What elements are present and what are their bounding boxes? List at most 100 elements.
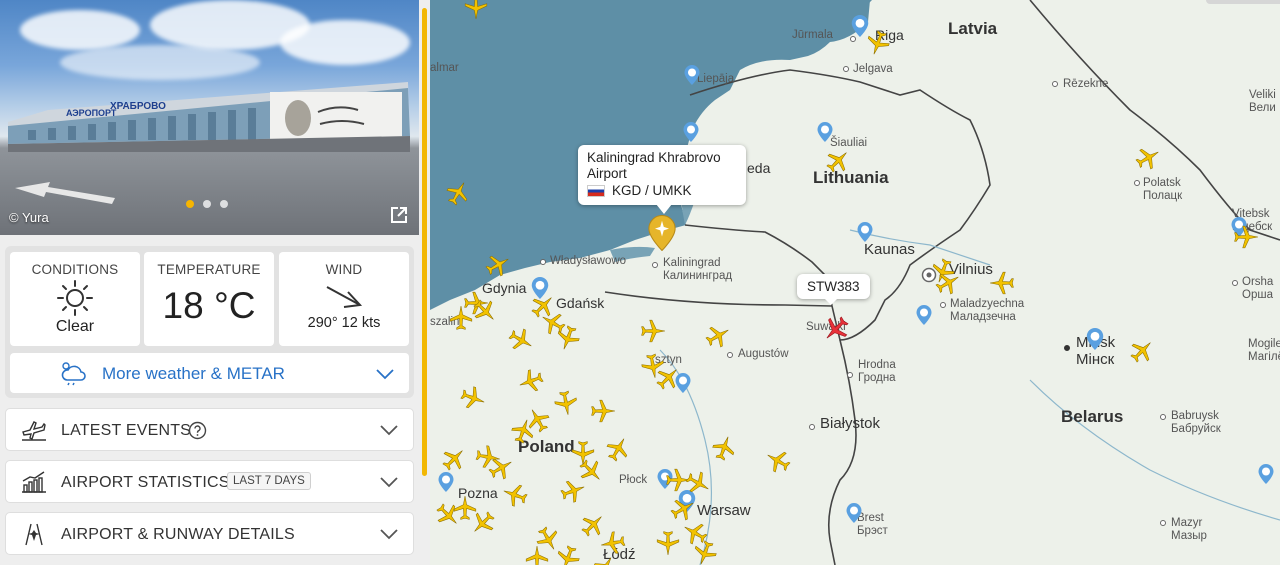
- aircraft-icon[interactable]: [435, 502, 461, 528]
- label-molodechno: Maladzyechna Маладзечна: [950, 298, 1025, 323]
- aircraft-icon[interactable]: [508, 327, 534, 353]
- aircraft-icon[interactable]: [524, 545, 550, 565]
- aircraft-icon[interactable]: [705, 323, 731, 349]
- aircraft-icon[interactable]: [1135, 145, 1161, 171]
- flight-map[interactable]: Latvia Lithuania Poland Belarus Riga Jūr…: [430, 0, 1280, 565]
- aircraft-icon[interactable]: [445, 180, 471, 206]
- label-orsha: Orsha Орша: [1242, 276, 1274, 301]
- aircraft-icon[interactable]: [592, 555, 618, 565]
- aircraft-icon[interactable]: [485, 252, 511, 278]
- temperature-value: 18 °C: [162, 285, 256, 326]
- carousel-dot-1[interactable]: [186, 200, 194, 208]
- more-weather-button[interactable]: More weather & METAR: [10, 353, 409, 393]
- aircraft-icon[interactable]: [553, 390, 579, 416]
- label-liepaja: Liepāja: [697, 73, 735, 85]
- bar-chart-icon: [22, 471, 46, 493]
- chevron-down-icon: [380, 425, 398, 436]
- city-dot-wladyslawowo: [540, 259, 546, 265]
- selected-aircraft-icon[interactable]: [822, 315, 850, 343]
- latest-events-accordion[interactable]: LATEST EVENTS: [5, 408, 414, 451]
- aircraft-icon[interactable]: [560, 478, 586, 504]
- airport-pin-icon[interactable]: [684, 65, 700, 85]
- open-external-icon[interactable]: [389, 205, 409, 225]
- city-dot-bialystok: [809, 424, 815, 430]
- airport-pin-icon[interactable]: [846, 503, 862, 523]
- aircraft-icon[interactable]: [555, 545, 581, 565]
- aircraft-icon[interactable]: [692, 540, 718, 565]
- aircraft-icon[interactable]: [460, 385, 486, 411]
- aircraft-icon[interactable]: [989, 270, 1015, 296]
- aircraft-icon[interactable]: [935, 270, 961, 296]
- aircraft-icon[interactable]: [685, 470, 711, 496]
- airport-pin-icon[interactable]: [1086, 328, 1104, 350]
- popup-airport-codes: KGD / UMKK: [587, 183, 737, 198]
- help-circle-icon[interactable]: [188, 421, 207, 440]
- airport-photo[interactable]: АЭРОПОРТ ХРАБРОВО © Yura: [0, 0, 419, 235]
- label-jurmala: Jūrmala: [792, 29, 833, 41]
- aircraft-icon[interactable]: [865, 30, 891, 56]
- aircraft-icon[interactable]: [765, 448, 791, 474]
- panel-scrollbar[interactable]: [422, 8, 427, 476]
- aircraft-icon[interactable]: [670, 496, 696, 522]
- city-dot-molodechno: [940, 302, 946, 308]
- label-mogilev: MogilevМагілёв: [1248, 338, 1280, 363]
- aircraft-icon[interactable]: [605, 436, 631, 462]
- label-babruysk: Babruysk Бабруйск: [1171, 410, 1221, 435]
- city-dot-polatsk: [1134, 180, 1140, 186]
- label-wladyslawowo: Władysławowo: [550, 255, 627, 267]
- aircraft-icon[interactable]: [488, 455, 514, 481]
- selected-airport-pin-icon[interactable]: [648, 215, 676, 251]
- wind-arrow-icon: [326, 286, 363, 308]
- aircraft-icon[interactable]: [1233, 224, 1259, 250]
- map-top-control[interactable]: [1206, 0, 1280, 4]
- aircraft-icon[interactable]: [600, 530, 626, 556]
- airport-statistics-label: AIRPORT STATISTICS: [61, 474, 230, 491]
- airport-pin-icon[interactable]: [438, 472, 454, 492]
- latest-events-label: LATEST EVENTS: [61, 422, 192, 439]
- label-hrodna: Hrodna Гродна: [858, 359, 896, 384]
- airport-info-popup[interactable]: Kaliningrad Khrabrovo Airport KGD / UMKK: [578, 145, 746, 205]
- temperature-label: TEMPERATURE: [157, 262, 261, 277]
- label-gdansk: Gdańsk: [556, 295, 605, 311]
- runway-details-label: AIRPORT & RUNWAY DETAILS: [61, 526, 295, 543]
- aircraft-icon[interactable]: [472, 298, 498, 324]
- airport-pin-icon[interactable]: [857, 222, 873, 242]
- aircraft-icon[interactable]: [510, 418, 536, 444]
- aircraft-icon[interactable]: [448, 305, 474, 331]
- aircraft-icon[interactable]: [590, 398, 616, 424]
- svg-text:ХРАБРОВО: ХРАБРОВО: [110, 101, 166, 112]
- aircraft-icon[interactable]: [640, 318, 666, 344]
- label-bialystok: Białystok: [820, 415, 881, 432]
- aircraft-icon[interactable]: [825, 148, 851, 174]
- app-root: АЭРОПОРТ ХРАБРОВО © Yura CONDITIONS Clea…: [0, 0, 1280, 565]
- carousel-dot-3[interactable]: [220, 200, 228, 208]
- conditions-cell: CONDITIONS Clear: [10, 252, 140, 346]
- conditions-label: CONDITIONS: [31, 262, 119, 277]
- aircraft-icon[interactable]: [655, 530, 681, 556]
- airport-pin-icon[interactable]: [817, 122, 833, 142]
- aircraft-icon[interactable]: [711, 435, 737, 461]
- airport-pin-icon[interactable]: [683, 122, 699, 142]
- runway-details-accordion[interactable]: AIRPORT & RUNWAY DETAILS: [5, 512, 414, 555]
- aircraft-icon[interactable]: [441, 446, 467, 472]
- aircraft-icon[interactable]: [463, 0, 489, 20]
- carousel-dot-2[interactable]: [203, 200, 211, 208]
- aircraft-icon[interactable]: [555, 325, 581, 351]
- selected-flight-callout[interactable]: STW383: [797, 274, 870, 305]
- more-weather-label: More weather & METAR: [102, 364, 285, 383]
- aircraft-icon[interactable]: [655, 365, 681, 391]
- aircraft-icon[interactable]: [1129, 338, 1155, 364]
- city-dot-kaliningrad: [652, 262, 658, 268]
- aircraft-icon[interactable]: [502, 482, 528, 508]
- aircraft-icon[interactable]: [518, 368, 544, 394]
- vilnius-airport-marker-icon[interactable]: [921, 267, 937, 283]
- city-dot-babruysk: [1160, 414, 1166, 420]
- airport-pin-icon[interactable]: [1258, 464, 1274, 484]
- chevron-down-icon: [380, 477, 398, 488]
- airport-statistics-accordion[interactable]: AIRPORT STATISTICS LAST 7 DAYS: [5, 460, 414, 503]
- airport-pin-icon[interactable]: [916, 305, 932, 325]
- conditions-value: Clear: [55, 318, 95, 335]
- label-rezekne: Rēzekne: [1063, 78, 1109, 90]
- city-dot-minsk: [1064, 345, 1070, 351]
- aircraft-icon[interactable]: [470, 510, 496, 536]
